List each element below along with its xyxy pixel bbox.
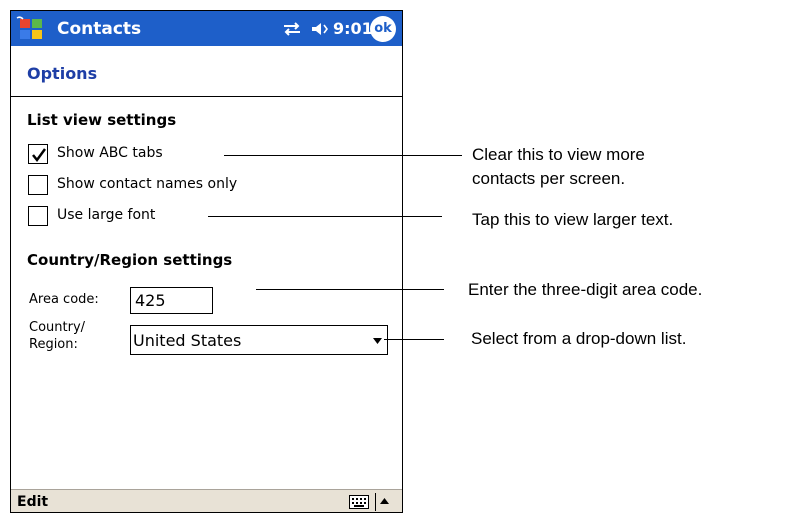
checkbox-label: Show ABC tabs (57, 145, 163, 161)
connectivity-icon[interactable] (282, 21, 302, 37)
menu-bar: Edit (11, 489, 402, 512)
divider (11, 96, 402, 97)
start-flag-icon[interactable] (15, 16, 51, 42)
callout-leader-line (256, 289, 444, 290)
title-bar: Contacts 9:01 ok (11, 11, 402, 46)
callout-leader-line (224, 155, 462, 156)
callout-leader-line (384, 339, 444, 340)
area-code-label: Area code: (29, 292, 99, 307)
dropdown-arrow-icon[interactable] (373, 338, 382, 344)
region-heading: Country/Region settings (27, 251, 233, 269)
callout-country: Select from a drop-down list. (471, 329, 687, 348)
up-arrow-icon[interactable] (380, 498, 389, 504)
callout-area: Enter the three-digit area code. (468, 280, 703, 299)
checkbox-label: Use large font (57, 207, 156, 223)
checkmark-icon (32, 148, 47, 163)
callout-leader-line (208, 216, 442, 217)
checkbox[interactable] (28, 206, 48, 226)
edit-menu[interactable]: Edit (17, 494, 48, 510)
country-label-line2: Region: (29, 337, 78, 352)
checkbox-label: Show contact names only (57, 176, 238, 192)
ok-button[interactable]: ok (370, 16, 396, 42)
area-code-input[interactable]: 425 (130, 287, 213, 314)
checkbox[interactable] (28, 144, 48, 164)
list-view-heading: List view settings (27, 111, 177, 129)
app-title: Contacts (57, 19, 142, 39)
callout-abc-line1: Clear this to view more (472, 145, 645, 164)
country-label-line1: Country/ (29, 320, 86, 335)
country-value: United States (133, 331, 242, 350)
country-dropdown[interactable]: United States (130, 325, 388, 355)
callout-abc-line2: contacts per screen. (472, 169, 626, 188)
device-screen: Contacts 9:01 ok Options List view setti… (10, 10, 403, 513)
clock[interactable]: 9:01 (333, 19, 373, 38)
callout-font: Tap this to view larger text. (472, 210, 674, 229)
divider (375, 493, 376, 511)
keyboard-icon[interactable] (349, 495, 369, 509)
speaker-icon[interactable] (310, 21, 330, 37)
checkbox[interactable] (28, 175, 48, 195)
page-title: Options (27, 64, 98, 83)
